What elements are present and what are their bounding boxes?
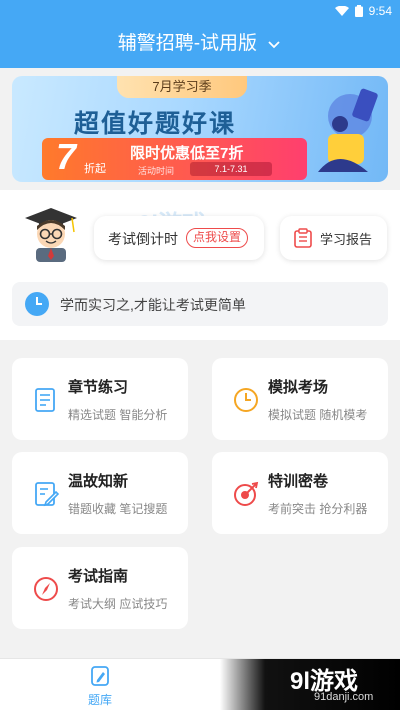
review-note-icon xyxy=(35,482,60,507)
battery-icon xyxy=(354,5,363,17)
pencil-book-icon xyxy=(91,666,109,686)
graduate-avatar xyxy=(25,208,77,262)
motto-text: 学而实习之,才能让考试更简单 xyxy=(60,297,246,313)
feature-title: 模拟考场 xyxy=(268,379,329,396)
banner-illustration xyxy=(318,88,378,172)
study-report-label: 学习报告 xyxy=(320,232,373,247)
feature-subtitle: 精选试题 智能分析 xyxy=(68,408,168,422)
site-watermark: 9l游戏 91danji.com xyxy=(220,659,400,710)
discount-suffix: 折起 xyxy=(84,163,106,175)
banner-ribbon: 7月学习季 xyxy=(117,76,247,98)
chevron-down-icon xyxy=(268,41,280,49)
target-icon xyxy=(234,481,259,506)
page-title: 辅警招聘-试用版 xyxy=(117,33,258,54)
countdown-label: 考试倒计时 xyxy=(108,231,178,247)
bottom-nav: 题库 9l游戏 91danji.com xyxy=(0,658,400,710)
feature-card-review[interactable]: 温故知新 错题收藏 笔记搜题 xyxy=(12,452,188,534)
feature-card-mock-exam[interactable]: 模拟考场 模拟试题 随机模考 xyxy=(212,358,388,440)
activity-dates: 7.1-7.31 xyxy=(190,162,272,176)
feature-subtitle: 错题收藏 笔记搜题 xyxy=(68,502,168,516)
feature-card-special-training[interactable]: 特训密卷 考前突击 抢分利器 xyxy=(212,452,388,534)
clipboard-report-icon xyxy=(294,228,312,248)
feature-subtitle: 模拟试题 随机模考 xyxy=(268,408,368,422)
activity-time-label: 活动时间 xyxy=(138,166,175,176)
banner-headline: 超值好题好课 xyxy=(74,110,237,138)
feature-title: 温故知新 xyxy=(68,473,129,490)
nav-tab-label: 题库 xyxy=(87,693,112,707)
motto-bar: 学而实习之,才能让考试更简单 xyxy=(12,282,388,326)
feature-card-chapter-practice[interactable]: 章节练习 精选试题 智能分析 xyxy=(12,358,188,440)
discount-number: 7 xyxy=(56,136,77,177)
promo-text: 限时优惠低至7折 xyxy=(130,145,244,162)
top-header: 9:54 辅警招聘-试用版 xyxy=(0,0,400,68)
status-time: 9:54 xyxy=(368,4,392,18)
promo-banner[interactable]: 7月学习季 超值好题好课 7 折起 限时优惠低至7折 活动时间 7.1-7.31 xyxy=(12,76,388,182)
wifi-icon xyxy=(334,6,349,16)
study-report-button[interactable]: 学习报告 xyxy=(280,216,387,260)
app-title-switcher[interactable]: 辅警招聘-试用版 xyxy=(0,28,400,60)
status-bar: 9:54 xyxy=(334,0,400,22)
clock-icon xyxy=(234,388,258,412)
feature-subtitle: 考前突击 抢分利器 xyxy=(268,502,368,516)
feature-title: 特训密卷 xyxy=(268,473,329,490)
clock-icon xyxy=(25,292,49,316)
feature-card-exam-guide[interactable]: 考试指南 考试大纲 应试技巧 xyxy=(12,547,188,629)
exam-countdown-card[interactable]: 考试倒计时 点我设置 xyxy=(94,216,264,260)
compass-icon xyxy=(34,577,58,601)
feature-subtitle: 考试大纲 应试技巧 xyxy=(68,597,168,611)
watermark-url: 91danji.com xyxy=(314,691,374,703)
feature-title: 章节练习 xyxy=(68,379,129,396)
nav-tab-question-bank[interactable]: 题库 xyxy=(70,663,130,708)
feature-title: 考试指南 xyxy=(68,568,129,585)
document-edit-icon xyxy=(35,388,55,412)
set-countdown-button[interactable]: 点我设置 xyxy=(186,228,249,248)
